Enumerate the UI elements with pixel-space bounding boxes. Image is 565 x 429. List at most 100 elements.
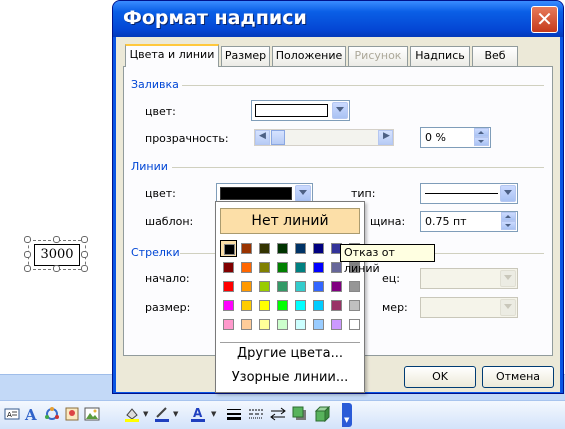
chevron-down-icon: ▼ — [344, 416, 350, 424]
resize-handle[interactable] — [24, 251, 31, 258]
chevron-down-icon[interactable]: ▼ — [211, 410, 216, 418]
color-swatch[interactable] — [310, 316, 327, 333]
color-swatch-fill — [313, 243, 324, 254]
color-swatch[interactable] — [292, 278, 309, 295]
color-swatch[interactable] — [256, 297, 273, 314]
color-swatch[interactable] — [274, 297, 291, 314]
color-swatch[interactable] — [328, 278, 345, 295]
color-swatch[interactable] — [310, 240, 327, 257]
fill-color-icon[interactable] — [124, 406, 140, 422]
color-swatch[interactable] — [328, 316, 345, 333]
color-swatch-fill — [295, 281, 306, 292]
color-swatch[interactable] — [346, 278, 363, 295]
picture-icon[interactable] — [84, 406, 100, 422]
resize-handle[interactable] — [81, 251, 88, 258]
color-swatch-fill — [313, 319, 324, 330]
color-swatch[interactable] — [256, 259, 273, 276]
tab-web[interactable]: Веб — [472, 46, 518, 66]
color-swatch[interactable] — [274, 240, 291, 257]
chevron-down-icon[interactable]: ▼ — [143, 410, 148, 418]
font-color-icon[interactable]: A — [190, 406, 206, 422]
color-swatch[interactable] — [292, 240, 309, 257]
fill-color-dropdown[interactable] — [251, 100, 350, 121]
color-swatch[interactable] — [238, 240, 255, 257]
line-type-dropdown[interactable] — [420, 183, 518, 204]
resize-handle[interactable] — [81, 265, 88, 272]
tab-position[interactable]: Положение — [272, 46, 346, 66]
more-colors-item[interactable]: Другие цвета... — [216, 346, 364, 361]
transparency-slider[interactable]: ◀ ▶ — [254, 129, 394, 146]
color-swatch-fill — [259, 319, 270, 330]
wordart-icon[interactable]: A — [24, 406, 40, 424]
resize-handle[interactable] — [24, 265, 31, 272]
color-swatch-fill — [223, 281, 234, 292]
patterned-lines-item[interactable]: Узорные линии... — [216, 370, 364, 385]
dropdown-button[interactable] — [500, 185, 516, 202]
arrow-style-icon[interactable] — [270, 406, 286, 422]
dropdown-button[interactable] — [295, 185, 311, 202]
color-swatch-fill — [331, 300, 342, 311]
color-swatch[interactable] — [310, 278, 327, 295]
transparency-spinner[interactable]: 0 % — [420, 127, 491, 148]
spin-up-button[interactable] — [474, 128, 489, 137]
tab-textbox[interactable]: Надпись — [410, 46, 470, 66]
slider-thumb[interactable] — [271, 130, 285, 145]
color-swatch[interactable] — [274, 316, 291, 333]
color-swatch-fill — [277, 319, 288, 330]
color-swatch[interactable] — [220, 278, 237, 295]
line-style-icon[interactable] — [226, 406, 242, 422]
spin-down-button[interactable] — [501, 221, 516, 230]
color-swatch[interactable] — [292, 316, 309, 333]
dialog-titlebar[interactable]: Формат надписи ✕ — [113, 1, 563, 37]
color-swatch[interactable] — [238, 278, 255, 295]
close-button[interactable]: ✕ — [531, 6, 558, 33]
color-swatch-fill — [313, 262, 324, 273]
slider-right-button[interactable]: ▶ — [378, 130, 393, 145]
slider-left-button[interactable]: ◀ — [255, 130, 270, 145]
toolbar-options-button[interactable]: ▼ — [342, 403, 352, 427]
color-swatch[interactable] — [310, 297, 327, 314]
color-swatch[interactable] — [238, 316, 255, 333]
color-swatch[interactable] — [220, 297, 237, 314]
color-swatch-fill — [277, 262, 288, 273]
tab-colors-lines[interactable]: Цвета и линии — [125, 44, 219, 67]
resize-handle[interactable] — [53, 265, 60, 272]
color-swatch[interactable] — [310, 259, 327, 276]
color-swatch[interactable] — [328, 297, 345, 314]
color-swatch[interactable] — [220, 316, 237, 333]
color-swatch[interactable] — [220, 240, 237, 257]
spin-down-button[interactable] — [474, 137, 489, 146]
3d-icon[interactable] — [314, 405, 331, 423]
chevron-down-icon[interactable]: ▼ — [173, 410, 178, 418]
color-swatch[interactable] — [292, 259, 309, 276]
color-swatch[interactable] — [256, 316, 273, 333]
line-color-icon[interactable] — [154, 406, 170, 422]
dash-style-icon[interactable] — [248, 406, 264, 422]
textbox-icon[interactable]: A — [4, 406, 20, 422]
clipart-icon[interactable] — [64, 406, 80, 422]
color-swatch[interactable] — [256, 278, 273, 295]
color-swatch[interactable] — [238, 259, 255, 276]
color-swatch[interactable] — [238, 297, 255, 314]
color-swatch[interactable] — [292, 297, 309, 314]
color-swatch[interactable] — [274, 259, 291, 276]
dropdown-button[interactable] — [332, 102, 348, 119]
no-lines-button[interactable]: Нет линий — [220, 208, 360, 234]
dropdown-button — [500, 299, 516, 316]
color-swatch[interactable] — [274, 278, 291, 295]
selected-textbox[interactable]: 3000 — [24, 236, 88, 272]
cancel-button[interactable]: Отмена — [482, 366, 554, 388]
color-swatch[interactable] — [256, 240, 273, 257]
tab-size[interactable]: Размер — [221, 46, 270, 66]
resize-handle[interactable] — [53, 236, 60, 243]
resize-handle[interactable] — [24, 236, 31, 243]
spin-up-button[interactable] — [501, 212, 516, 221]
color-swatch[interactable] — [220, 259, 237, 276]
line-weight-spinner[interactable]: 0.75 пт — [420, 211, 518, 232]
color-swatch[interactable] — [346, 316, 363, 333]
ok-button[interactable]: OK — [404, 366, 476, 388]
resize-handle[interactable] — [81, 236, 88, 243]
diagram-icon[interactable] — [44, 406, 60, 422]
shadow-icon[interactable] — [292, 406, 308, 422]
color-swatch[interactable] — [346, 297, 363, 314]
